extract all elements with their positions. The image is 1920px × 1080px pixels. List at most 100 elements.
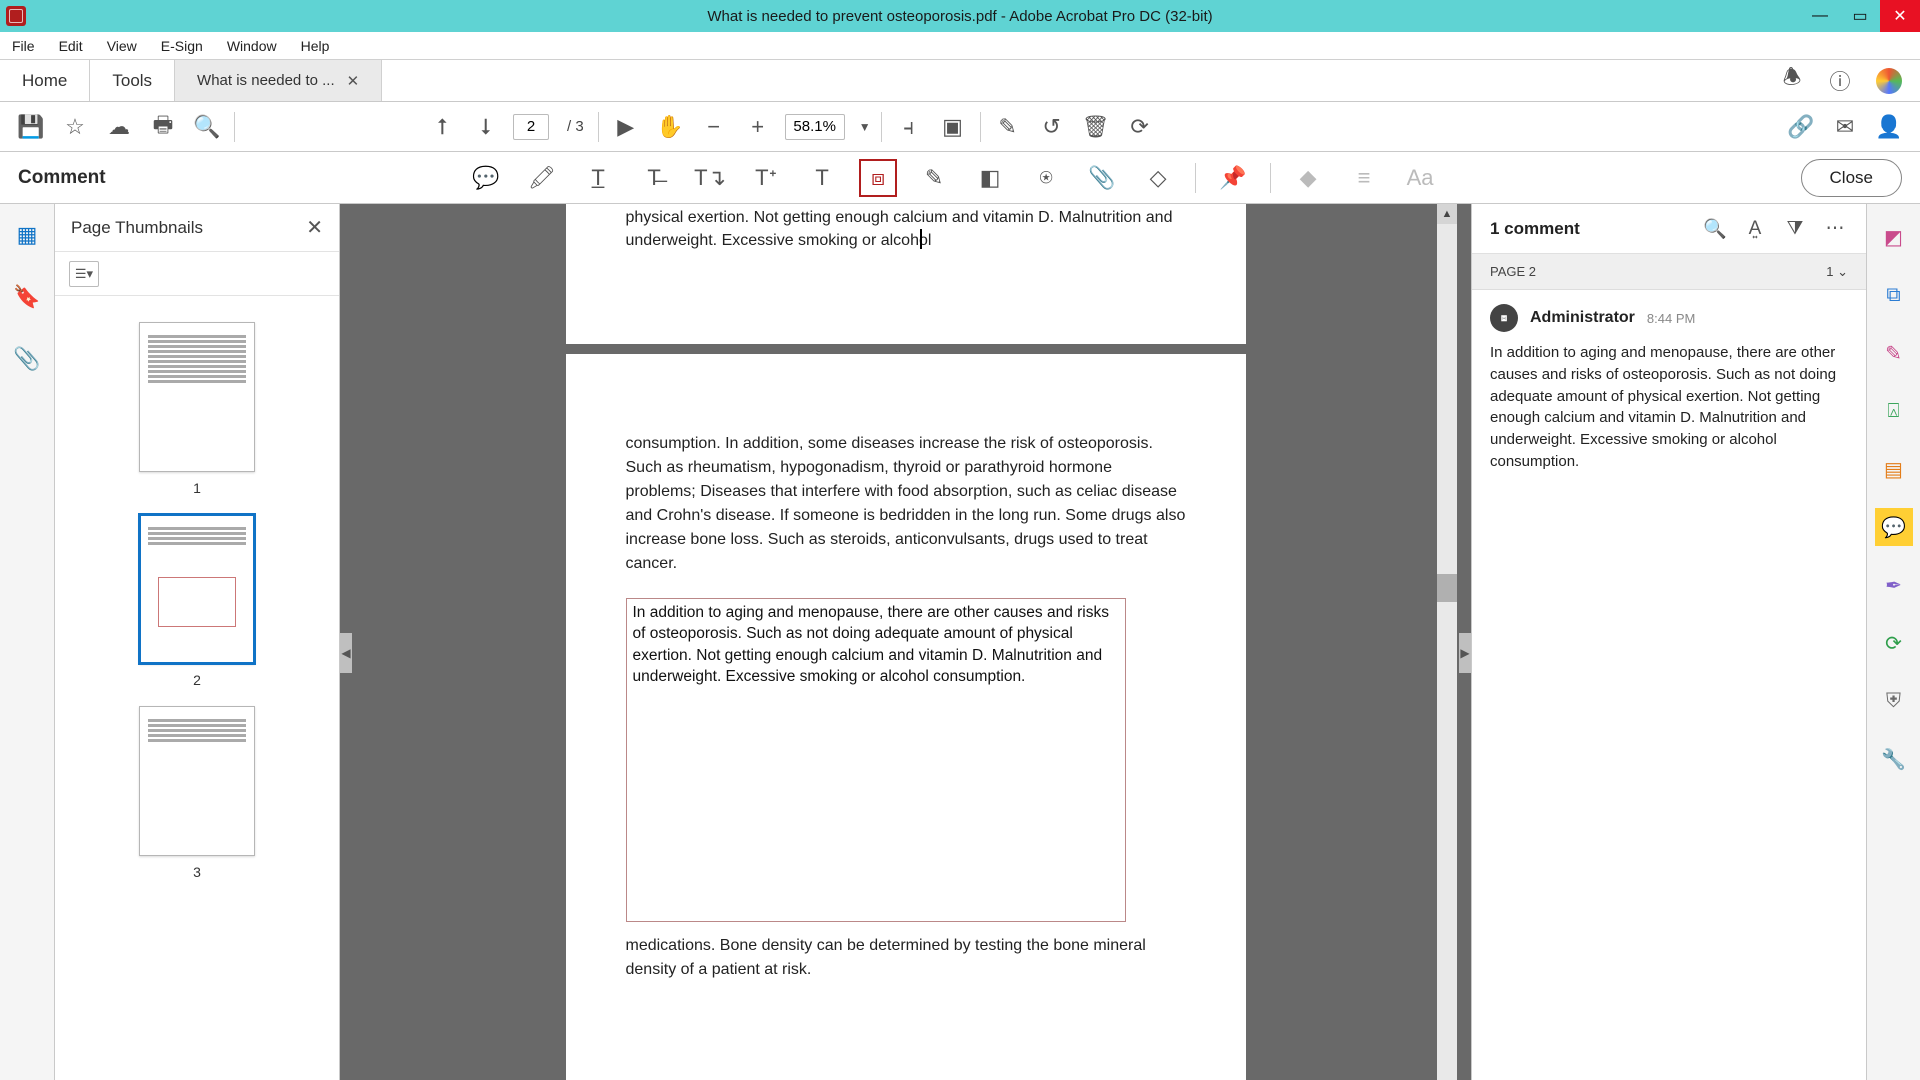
notifications-icon[interactable]: 🕭 [1780, 69, 1804, 93]
search-icon[interactable]: 🔍 [190, 110, 224, 144]
thumbnails-options-icon[interactable]: ☰▾ [69, 261, 99, 287]
menu-esign[interactable]: E-Sign [157, 35, 207, 57]
comments-count: 1 comment [1490, 219, 1688, 239]
comments-more-icon[interactable]: ⋯ [1822, 216, 1848, 242]
zoom-input[interactable] [785, 114, 845, 140]
organize-icon[interactable]: ▤ [1875, 450, 1913, 488]
underline-text-icon[interactable]: T̲ [579, 159, 617, 197]
search-comments-icon[interactable]: 🔍 [1702, 216, 1728, 242]
thumbnail-page-3[interactable]: 3 [139, 706, 255, 880]
fill-sign-icon[interactable]: ✒ [1875, 566, 1913, 604]
section-label: PAGE 2 [1490, 264, 1536, 279]
share-user-icon[interactable]: 👤 [1872, 110, 1906, 144]
maximize-button[interactable]: ▭ [1840, 0, 1880, 32]
app-icon [6, 6, 26, 26]
bookmarks-rail-icon[interactable]: 🔖 [14, 284, 40, 310]
stamp-icon[interactable]: ⍟ [1027, 159, 1065, 197]
link-icon[interactable]: 🔗 [1784, 110, 1818, 144]
cloud-upload-icon[interactable]: ☁ [102, 110, 136, 144]
attachment-icon[interactable]: 📎 [1083, 159, 1121, 197]
fill-color-icon[interactable]: ◆ [1289, 159, 1327, 197]
selection-tool-icon[interactable]: ▶ [609, 110, 643, 144]
comment-tool-icon[interactable]: 💬 [1875, 508, 1913, 546]
combine-icon[interactable]: ⧉ [1875, 276, 1913, 314]
zoom-dropdown-icon[interactable]: ▼ [859, 120, 871, 134]
star-icon[interactable]: ☆ [58, 110, 92, 144]
help-icon[interactable]: ⓘ [1828, 69, 1852, 93]
filter-comments-icon[interactable]: ⧩ [1782, 216, 1808, 242]
fit-page-icon[interactable]: ▣ [936, 110, 970, 144]
attachments-rail-icon[interactable]: 📎 [14, 346, 40, 372]
zoom-in-icon[interactable]: + [741, 110, 775, 144]
edit-pdf-icon[interactable]: ✎ [1875, 334, 1913, 372]
comments-page-section[interactable]: PAGE 2 1 ⌄ [1472, 254, 1866, 290]
close-window-button[interactable]: ✕ [1880, 0, 1920, 32]
page-up-icon[interactable]: ⭡ [425, 110, 459, 144]
tab-home[interactable]: Home [0, 60, 90, 101]
thumbnail-page-1[interactable]: 1 [139, 322, 255, 496]
document-area[interactable]: ◀ physical exertion. Not getting enough … [340, 204, 1471, 1080]
create-pdf-icon[interactable]: ◩ [1875, 218, 1913, 256]
add-text-icon[interactable]: T [803, 159, 841, 197]
thumbnail-number: 2 [193, 672, 201, 688]
menu-file[interactable]: File [8, 35, 39, 57]
menu-view[interactable]: View [103, 35, 141, 57]
close-thumbnails-icon[interactable]: ✕ [306, 215, 323, 240]
line-style-icon[interactable]: ≡ [1345, 159, 1383, 197]
collapse-right-icon[interactable]: ▶ [1459, 633, 1471, 673]
print-icon[interactable]: 🖶 [146, 110, 180, 144]
insert-text-icon[interactable]: Tᐩ [747, 159, 785, 197]
vertical-scrollbar[interactable]: ▲ ▼ [1437, 204, 1457, 1080]
delete-icon[interactable]: 🗑 [1079, 110, 1113, 144]
chevron-down-icon[interactable]: ⌄ [1837, 264, 1848, 279]
zoom-out-icon[interactable]: − [697, 110, 731, 144]
scrollbar-thumb[interactable] [1437, 574, 1457, 602]
text-format-icon[interactable]: Aa [1401, 159, 1439, 197]
thumbnail-page-2[interactable]: 2 [139, 514, 255, 688]
thumbnail-number: 3 [193, 864, 201, 880]
strikethrough-icon[interactable]: T̶ [635, 159, 673, 197]
sticky-note-icon[interactable]: 💬 [467, 159, 505, 197]
text-box-icon[interactable]: ⧈ [859, 159, 897, 197]
pencil-draw-icon[interactable]: ✎ [915, 159, 953, 197]
thumbnails-rail-icon[interactable]: ▦ [14, 222, 40, 248]
pin-icon[interactable]: 📌 [1214, 159, 1252, 197]
highlight-icon[interactable]: 🖍 [523, 159, 561, 197]
minimize-button[interactable]: — [1800, 0, 1840, 32]
comment-user: Administrator [1530, 309, 1635, 327]
thumbnails-list[interactable]: 1 2 3 [55, 296, 339, 1080]
save-icon[interactable]: 💾 [14, 110, 48, 144]
sort-comments-icon[interactable]: A͍ [1742, 216, 1768, 242]
tab-document[interactable]: What is needed to ... ✕ [175, 60, 382, 101]
page-1-tail: physical exertion. Not getting enough ca… [566, 204, 1246, 344]
export-pdf-icon[interactable]: ⍓ [1875, 392, 1913, 430]
refresh-icon[interactable]: ⟳ [1123, 110, 1157, 144]
rotate-icon[interactable]: ↺ [1035, 110, 1069, 144]
text-box-annotation[interactable]: In addition to aging and menopause, ther… [626, 598, 1126, 922]
fit-width-icon[interactable]: ⫞ [892, 110, 926, 144]
comment-item[interactable]: ⧈ Administrator 8:44 PM In addition to a… [1472, 290, 1866, 487]
eraser-icon[interactable]: ◧ [971, 159, 1009, 197]
sign-icon[interactable]: ✎ [991, 110, 1025, 144]
close-comment-button[interactable]: Close [1801, 159, 1902, 197]
page-number-input[interactable] [513, 114, 549, 140]
more-tools-icon[interactable]: 🔧 [1875, 740, 1913, 778]
account-avatar[interactable] [1876, 68, 1902, 94]
close-tab-icon[interactable]: ✕ [347, 72, 360, 90]
title-bar: What is needed to prevent osteoporosis.p… [0, 0, 1920, 32]
page-down-icon[interactable]: ⭣ [469, 110, 503, 144]
shapes-icon[interactable]: ◇ [1139, 159, 1177, 197]
menu-help[interactable]: Help [297, 35, 334, 57]
email-icon[interactable]: ✉ [1828, 110, 1862, 144]
tab-tools[interactable]: Tools [90, 60, 175, 101]
protect-icon[interactable]: ⛨ [1875, 682, 1913, 720]
scroll-up-icon[interactable]: ▲ [1437, 204, 1457, 224]
tab-document-label: What is needed to ... [197, 72, 335, 89]
replace-text-icon[interactable]: T↴ [691, 159, 729, 197]
collapse-left-icon[interactable]: ◀ [340, 633, 352, 673]
thumbnails-panel: Page Thumbnails ✕ ☰▾ 1 2 3 [55, 204, 340, 1080]
share-tool-icon[interactable]: ⟳ [1875, 624, 1913, 662]
menu-edit[interactable]: Edit [55, 35, 87, 57]
menu-window[interactable]: Window [223, 35, 281, 57]
hand-tool-icon[interactable]: ✋ [653, 110, 687, 144]
